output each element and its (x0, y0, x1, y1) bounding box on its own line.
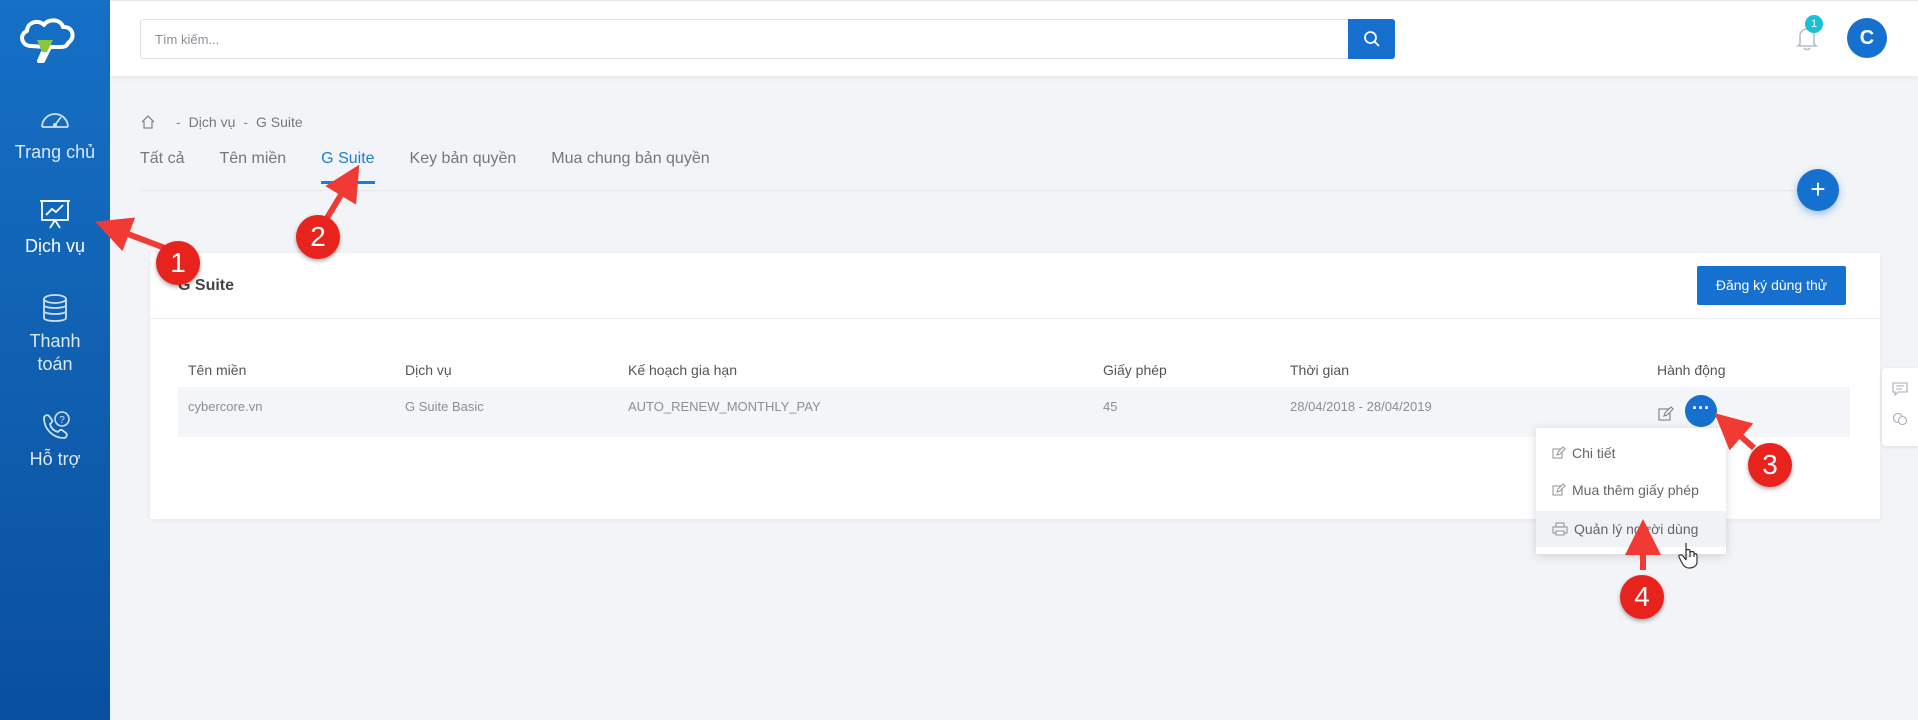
menu-item-manage-users[interactable]: Quản lý người dùng (1536, 511, 1726, 547)
menu-item-label: Quản lý người dùng (1574, 521, 1699, 537)
search-icon (1363, 31, 1380, 47)
cell-licenses: 45 (1093, 387, 1280, 437)
breadcrumb-item-services[interactable]: Dịch vụ (189, 114, 236, 130)
column-header-actions: Hành động (1657, 362, 1726, 378)
menu-item-label: Chi tiết (1572, 445, 1616, 461)
annotation-badge-1: 1 (156, 241, 200, 285)
actions-dropdown: Chi tiết Mua thêm giấy phép Quản lý ngườ… (1536, 428, 1726, 554)
annotation-badge-2: 2 (296, 215, 340, 259)
coins-stack-icon (43, 294, 67, 322)
printer-icon (1552, 522, 1568, 536)
service-tabs: Tất cả Tên miền G Suite Key bản quyền Mu… (140, 150, 745, 184)
tab-license-keys[interactable]: Key bản quyền (410, 150, 517, 184)
breadcrumb-item-gsuite: G Suite (256, 114, 303, 130)
column-header-licenses: Giấy phép (1103, 362, 1167, 378)
dashboard-gauge-icon (41, 113, 69, 128)
cell-service: G Suite Basic (395, 387, 618, 437)
cloud-logo-icon[interactable] (17, 16, 77, 66)
edit-icon (1552, 446, 1566, 459)
arrow-2 (324, 164, 360, 220)
notification-badge: 1 (1805, 15, 1823, 33)
column-header-period: Thời gian (1290, 362, 1349, 378)
sidebar-item-support[interactable]: ? Hỗ trợ (0, 410, 110, 471)
cell-plan: AUTO_RENEW_MONTHLY_PAY (618, 387, 1093, 437)
annotation-badge-3: 3 (1748, 443, 1792, 487)
sidebar-item-services[interactable]: Dịch vụ (0, 197, 110, 258)
more-actions-button[interactable]: ··· (1685, 395, 1717, 427)
sidebar-item-label: Hỗ trợ (29, 449, 81, 469)
sidebar-item-home[interactable]: Trang chủ (0, 103, 110, 164)
menu-item-details[interactable]: Chi tiết (1536, 435, 1726, 471)
edit-icon (1552, 483, 1566, 496)
column-header-domain: Tên miền (188, 362, 247, 378)
gsuite-table: Tên miền Dịch vụ Kế hoạch gia hạn Giấy p… (178, 353, 1850, 437)
search-button[interactable] (1348, 19, 1395, 59)
menu-item-label: Mua thêm giấy phép (1572, 482, 1699, 498)
avatar[interactable]: C (1847, 18, 1887, 58)
tab-all[interactable]: Tất cả (140, 150, 184, 184)
edit-icon[interactable] (1657, 405, 1675, 423)
message-icon[interactable] (1892, 382, 1908, 396)
column-header-renewal-plan: Kế hoạch gia hạn (628, 362, 737, 378)
annotation-badge-4: 4 (1620, 575, 1664, 619)
tab-gsuite[interactable]: G Suite (321, 150, 375, 184)
search-bar (140, 19, 1395, 59)
tab-domains[interactable]: Tên miền (219, 150, 286, 184)
sidebar-item-label: Dịch vụ (24, 236, 86, 256)
sidebar-item-label: Thanh toán (29, 331, 81, 374)
table-header-row: Tên miền Dịch vụ Kế hoạch gia hạn Giấy p… (178, 353, 1850, 387)
card-divider (150, 318, 1880, 319)
arrow-1 (95, 217, 167, 252)
sidebar-item-payment[interactable]: Thanh toán (0, 292, 110, 376)
tabs-divider (140, 190, 1840, 191)
top-header: 1 C (110, 0, 1918, 76)
breadcrumb-separator: - (243, 114, 249, 130)
row-actions: ··· (1657, 395, 1850, 427)
sidebar-item-label: Trang chủ (14, 142, 96, 162)
svg-text:?: ? (59, 415, 65, 426)
breadcrumb: - Dịch vụ - G Suite (140, 114, 303, 130)
sidebar: Trang chủ Dịch vụ Thanh toán ? Hỗ trợ (0, 0, 110, 720)
column-header-service: Dịch vụ (405, 362, 452, 378)
support-phone-icon: ? (43, 411, 70, 439)
add-button[interactable]: + (1797, 169, 1839, 211)
breadcrumb-separator: - (176, 114, 181, 130)
cell-domain: cybercore.vn (178, 387, 395, 437)
tab-group-buy-license[interactable]: Mua chung bản quyền (551, 150, 709, 184)
register-trial-button[interactable]: Đăng ký dùng thử (1697, 266, 1846, 305)
menu-item-buy-more-licenses[interactable]: Mua thêm giấy phép (1536, 472, 1726, 508)
home-icon[interactable] (140, 114, 156, 130)
chat-bubbles-icon[interactable] (1892, 412, 1908, 426)
presentation-chart-icon (40, 200, 70, 229)
chat-side-widget (1882, 368, 1918, 446)
search-input[interactable] (141, 20, 1321, 58)
